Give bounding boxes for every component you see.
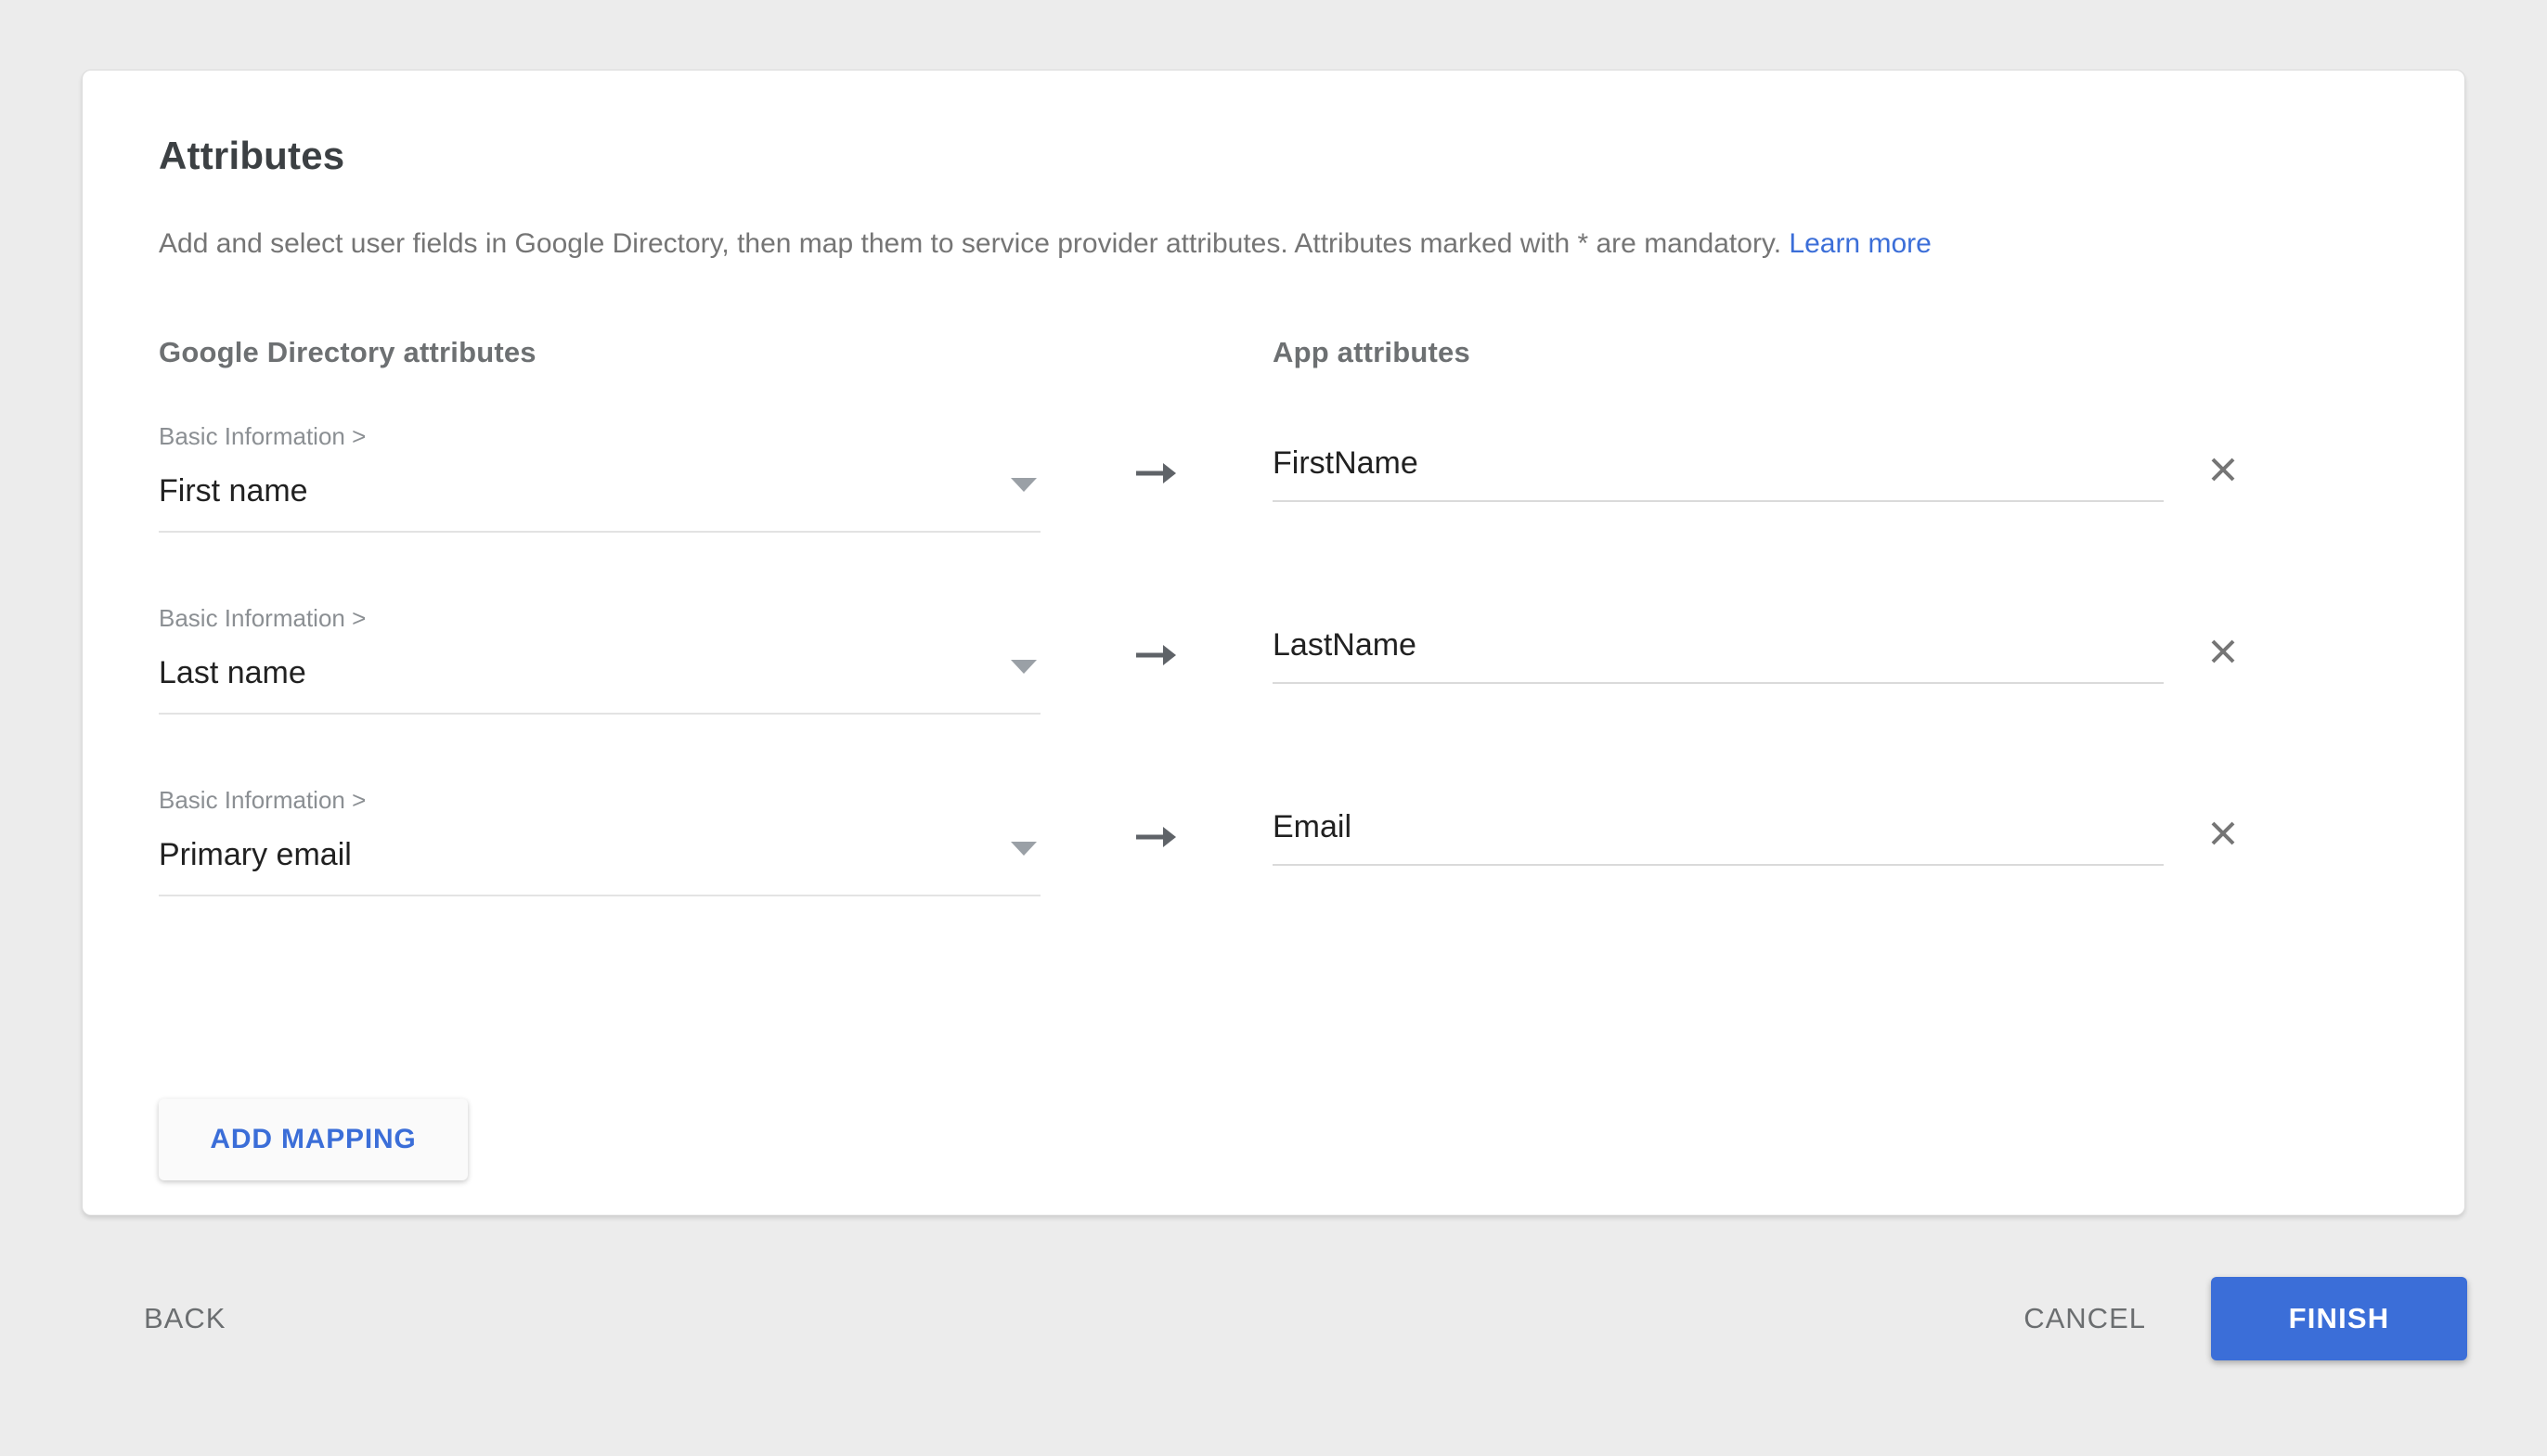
google-attribute-select-last-name[interactable]: Basic Information > Last name: [159, 603, 1041, 715]
mapping-row-primary-email: Basic Information > Primary email: [159, 785, 2388, 896]
close-icon: [2206, 817, 2240, 850]
cancel-button[interactable]: CANCEL: [2023, 1302, 2146, 1335]
mapping-row-last-name: Basic Information > Last name: [159, 603, 2388, 715]
google-attribute-value: Last name: [159, 655, 306, 691]
chevron-down-icon: [1011, 478, 1037, 492]
google-attribute-select-primary-email[interactable]: Basic Information > Primary email: [159, 785, 1041, 896]
description-body: Add and select user fields in Google Dir…: [159, 228, 1781, 259]
learn-more-link[interactable]: Learn more: [1789, 228, 1931, 259]
arrow-right-icon: [1134, 824, 1179, 850]
description-text: Add and select user fields in Google Dir…: [159, 226, 2388, 262]
remove-mapping-button[interactable]: [2203, 449, 2243, 490]
app-attribute-input[interactable]: [1273, 445, 2164, 502]
remove-mapping-button[interactable]: [2203, 631, 2243, 672]
app-attribute-input[interactable]: [1273, 627, 2164, 684]
remove-mapping-button[interactable]: [2203, 813, 2243, 854]
attribute-category-label: Basic Information >: [159, 421, 1041, 451]
arrow-right-icon: [1134, 642, 1179, 668]
page-title: Attributes: [159, 134, 2388, 178]
chevron-down-icon: [1011, 842, 1037, 856]
add-mapping-button[interactable]: ADD MAPPING: [159, 1099, 468, 1180]
column-headers: Google Directory attributes App attribut…: [159, 336, 2388, 369]
google-attribute-value: Primary email: [159, 837, 352, 873]
attributes-card: Attributes Add and select user fields in…: [82, 70, 2465, 1216]
finish-button[interactable]: FINISH: [2211, 1277, 2467, 1360]
wizard-footer: BACK CANCEL FINISH: [144, 1273, 2467, 1364]
app-attribute-input[interactable]: [1273, 809, 2164, 866]
back-button[interactable]: BACK: [144, 1302, 226, 1335]
google-attribute-value: First name: [159, 473, 308, 509]
app-attributes-header: App attributes: [1273, 336, 2164, 369]
chevron-down-icon: [1011, 660, 1037, 674]
close-icon: [2206, 635, 2240, 668]
attribute-category-label: Basic Information >: [159, 785, 1041, 815]
google-attribute-select-first-name[interactable]: Basic Information > First name: [159, 421, 1041, 533]
arrow-right-icon: [1134, 460, 1179, 486]
close-icon: [2206, 453, 2240, 486]
attribute-category-label: Basic Information >: [159, 603, 1041, 633]
google-directory-attributes-header: Google Directory attributes: [159, 336, 1041, 369]
mapping-row-first-name: Basic Information > First name: [159, 421, 2388, 533]
mapping-rows: Basic Information > First name: [159, 421, 2388, 896]
